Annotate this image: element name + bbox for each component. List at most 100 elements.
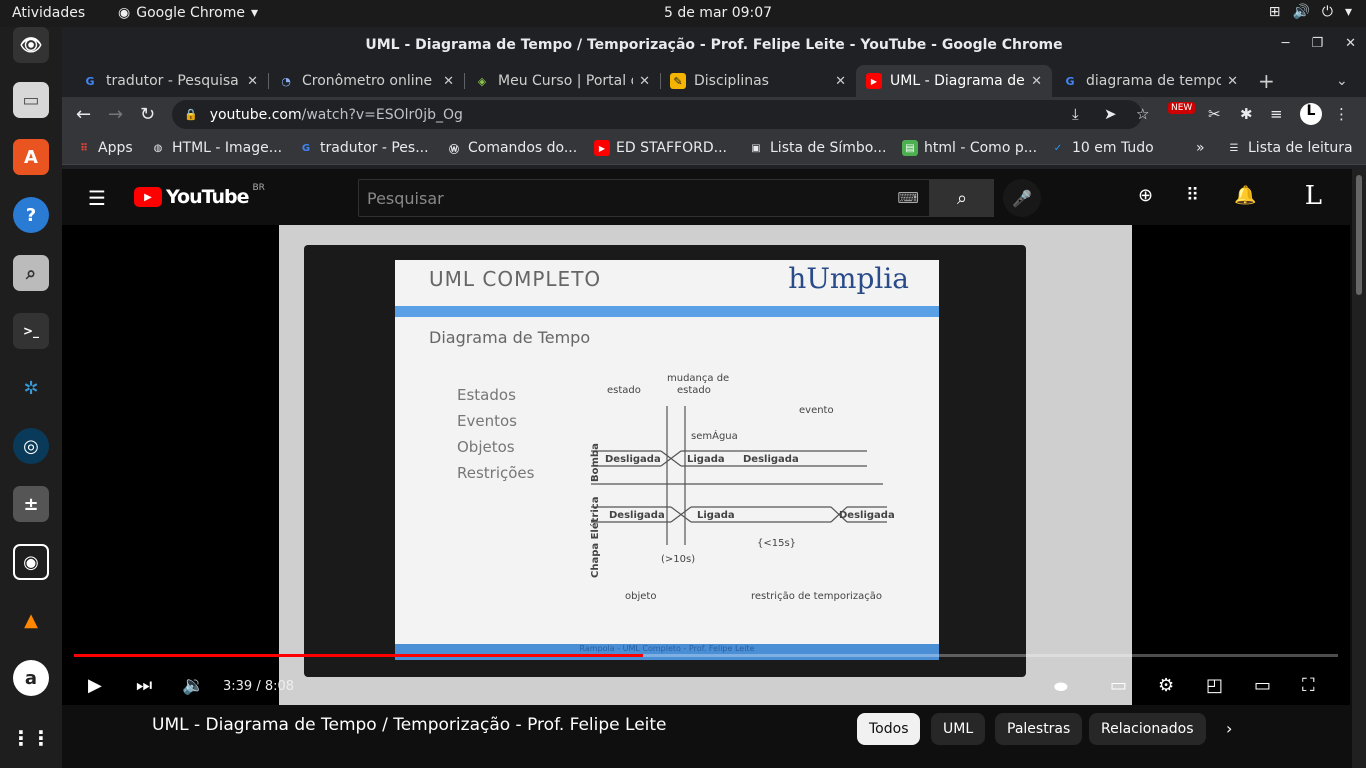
apps-grid-icon[interactable]: ⠿ [1186,185,1199,206]
note-objeto: objeto [625,591,656,602]
terminal-icon[interactable]: >_ [13,313,49,349]
bookmark-lista-simbolos[interactable]: ▣ Lista de Símbo... [748,140,886,156]
bookmark-tradutor[interactable]: Gtradutor - Pes... [298,140,429,156]
close-icon[interactable]: ✕ [1031,74,1042,89]
search-button[interactable]: ⌕ [930,179,994,217]
chip-todos[interactable]: Todos [857,713,921,745]
more-menu-icon[interactable]: ⋮ [1334,105,1349,123]
progress-bar[interactable] [74,654,1338,657]
bookmarks-overflow[interactable]: » [1196,140,1205,156]
course-icon: ◈ [477,74,487,88]
chip-relacionados[interactable]: Relacionados [1089,713,1206,745]
note-evento: evento [799,405,834,416]
bookmark-star-icon[interactable]: ☆ [1136,105,1149,123]
send-icon[interactable]: ➤ [1104,105,1117,123]
eye-app-icon[interactable]: 👁 [13,27,49,63]
tab-tradutor[interactable]: Gtradutor - Pesquisa ✕ [72,65,268,97]
note-estado: estado [607,385,641,396]
help-icon[interactable]: ? [13,197,49,233]
tab-meu-curso[interactable]: ◈ Meu Curso | Portal do ✕ [464,65,660,97]
avatar[interactable]: L [1305,181,1322,211]
close-icon[interactable]: ✕ [247,74,258,89]
camera-app-icon[interactable]: ◎ [13,428,49,464]
autoplay-toggle[interactable]: ⬬ [1054,677,1068,697]
extension-icon[interactable]: ✂ [1208,105,1221,123]
wordpress-icon: Ⓦ [449,144,459,156]
voice-search-button[interactable]: 🎤 [1003,179,1041,217]
note-restricao: restrição de temporização [751,591,882,602]
files-icon[interactable]: ▭ [13,82,49,118]
close-icon[interactable]: ✕ [443,74,454,89]
close-icon[interactable]: ✕ [1345,36,1356,51]
window-titlebar[interactable]: UML - Diagrama de Tempo / Temporização -… [62,27,1366,63]
maximize-icon[interactable]: ❐ [1311,36,1323,51]
video-player[interactable]: UML COMPLETO hUmplia Diagrama de Tempo E… [62,225,1350,705]
calculator-icon[interactable]: ± [13,486,49,522]
scrollbar-thumb[interactable] [1356,175,1362,295]
mic-icon: 🎤 [1012,188,1032,208]
address-bar[interactable]: 🔒 youtube.com/watch?v=ESOlr0jb_Og [172,100,1142,129]
hamburger-icon[interactable]: ☰ [88,186,106,210]
back-icon[interactable]: ← [76,104,91,125]
forward-icon[interactable]: → [108,104,123,125]
tab-disciplinas[interactable]: ✎ Disciplinas ✕ [660,65,856,97]
profile-avatar[interactable]: L [1300,103,1322,125]
close-icon[interactable]: ✕ [639,74,650,89]
search-input[interactable]: Pesquisar ⌨ [358,179,930,217]
miniplayer-icon[interactable]: ◰ [1206,675,1223,696]
reload-icon[interactable]: ↻ [140,104,155,125]
note-mudanca: mudança de [667,373,729,384]
bookmark-html-image[interactable]: ◍ HTML - Image... [150,140,282,156]
os-top-bar: Atividades ◉ Google Chrome ▾ 5 de mar 09:0… [0,0,1366,27]
keyboard-icon[interactable]: ⌨ [897,189,919,207]
play-icon[interactable]: ▶ [88,675,102,696]
close-icon[interactable]: ✕ [835,74,846,89]
tab-uml-diagrama[interactable]: ▶ UML - Diagrama de ✕ [856,65,1052,97]
software-center-icon[interactable]: A [13,139,49,175]
close-icon[interactable]: ✕ [1227,74,1238,89]
amazon-icon[interactable]: a [13,660,49,696]
notifications-icon[interactable]: 🔔 [1234,185,1256,206]
window-title: UML - Diagrama de Tempo / Temporização -… [365,37,1063,53]
bookmark-html-como[interactable]: ▤ html - Como p... [902,140,1037,156]
fullscreen-icon[interactable]: ⛶ [1302,675,1315,696]
tab-diagrama-tempo[interactable]: Gdiagrama de tempo ✕ [1052,65,1248,97]
activities-button[interactable]: Atividades [12,5,85,21]
vscode-icon[interactable]: ✲ [13,370,49,406]
volume-icon: 🔊 [1292,4,1310,20]
system-tray[interactable]: ⊞ 🔊 ⏻ ▾ [1269,4,1352,20]
puzzle-icon[interactable]: ✱ [1240,105,1253,123]
show-apps-icon[interactable]: ⋮⋮ [11,720,51,756]
chip-uml[interactable]: UML [931,713,986,745]
clock[interactable]: 5 de mar 09:07 [664,5,772,21]
volume-icon[interactable]: 🔉 [182,675,204,696]
create-video-icon[interactable]: ⊕ [1138,185,1153,206]
tab-cronometro[interactable]: ◔ Cronômetro online ✕ [268,65,464,97]
extension-new-icon[interactable]: NEW [1168,102,1196,114]
tab-search-button[interactable]: ⌄ [1332,65,1362,97]
settings-gear-icon[interactable]: ⚙ [1158,675,1174,696]
youtube-icon: ▶ [594,140,610,156]
chevron-right-icon[interactable]: › [1226,719,1232,738]
screenshot-icon[interactable]: ⌕ [13,255,49,291]
bookmark-10-em-tudo[interactable]: ✓ 10 em Tudo [1050,140,1154,156]
chip-palestras[interactable]: Palestras [995,713,1083,745]
bookmark-apps[interactable]: ⠿ Apps [76,140,133,156]
vlc-icon[interactable]: ▲ [13,602,49,638]
app-menu[interactable]: ◉ Google Chrome ▾ [118,5,258,21]
theater-mode-icon[interactable]: ▭ [1254,675,1271,696]
bookmark-ed-stafford[interactable]: ▶ ED STAFFORD... [594,140,727,156]
reading-list[interactable]: ☰ Lista de leitura [1226,140,1353,156]
new-tab-button[interactable]: + [1254,65,1284,97]
media-icon[interactable]: ≡ [1270,105,1283,123]
subtitles-icon[interactable]: ▭ [1110,675,1127,696]
player-controls: ▶ ⏭ 🔉 3:39 / 8:08 ⬬ ▭ ⚙ ◰ ▭ ⛶ [62,645,1350,705]
next-icon[interactable]: ⏭ [136,675,152,696]
minimize-icon[interactable]: ─ [1282,36,1290,51]
page-scrollbar[interactable] [1352,169,1366,768]
bookmark-comandos[interactable]: Ⓦ Comandos do... [446,140,577,156]
install-icon[interactable]: ⤓ [1072,105,1079,123]
webcam-icon[interactable]: ◉ [13,544,49,580]
youtube-logo[interactable]: ▶ YouTube BR [134,183,265,208]
edit-icon: ✎ [670,73,686,89]
